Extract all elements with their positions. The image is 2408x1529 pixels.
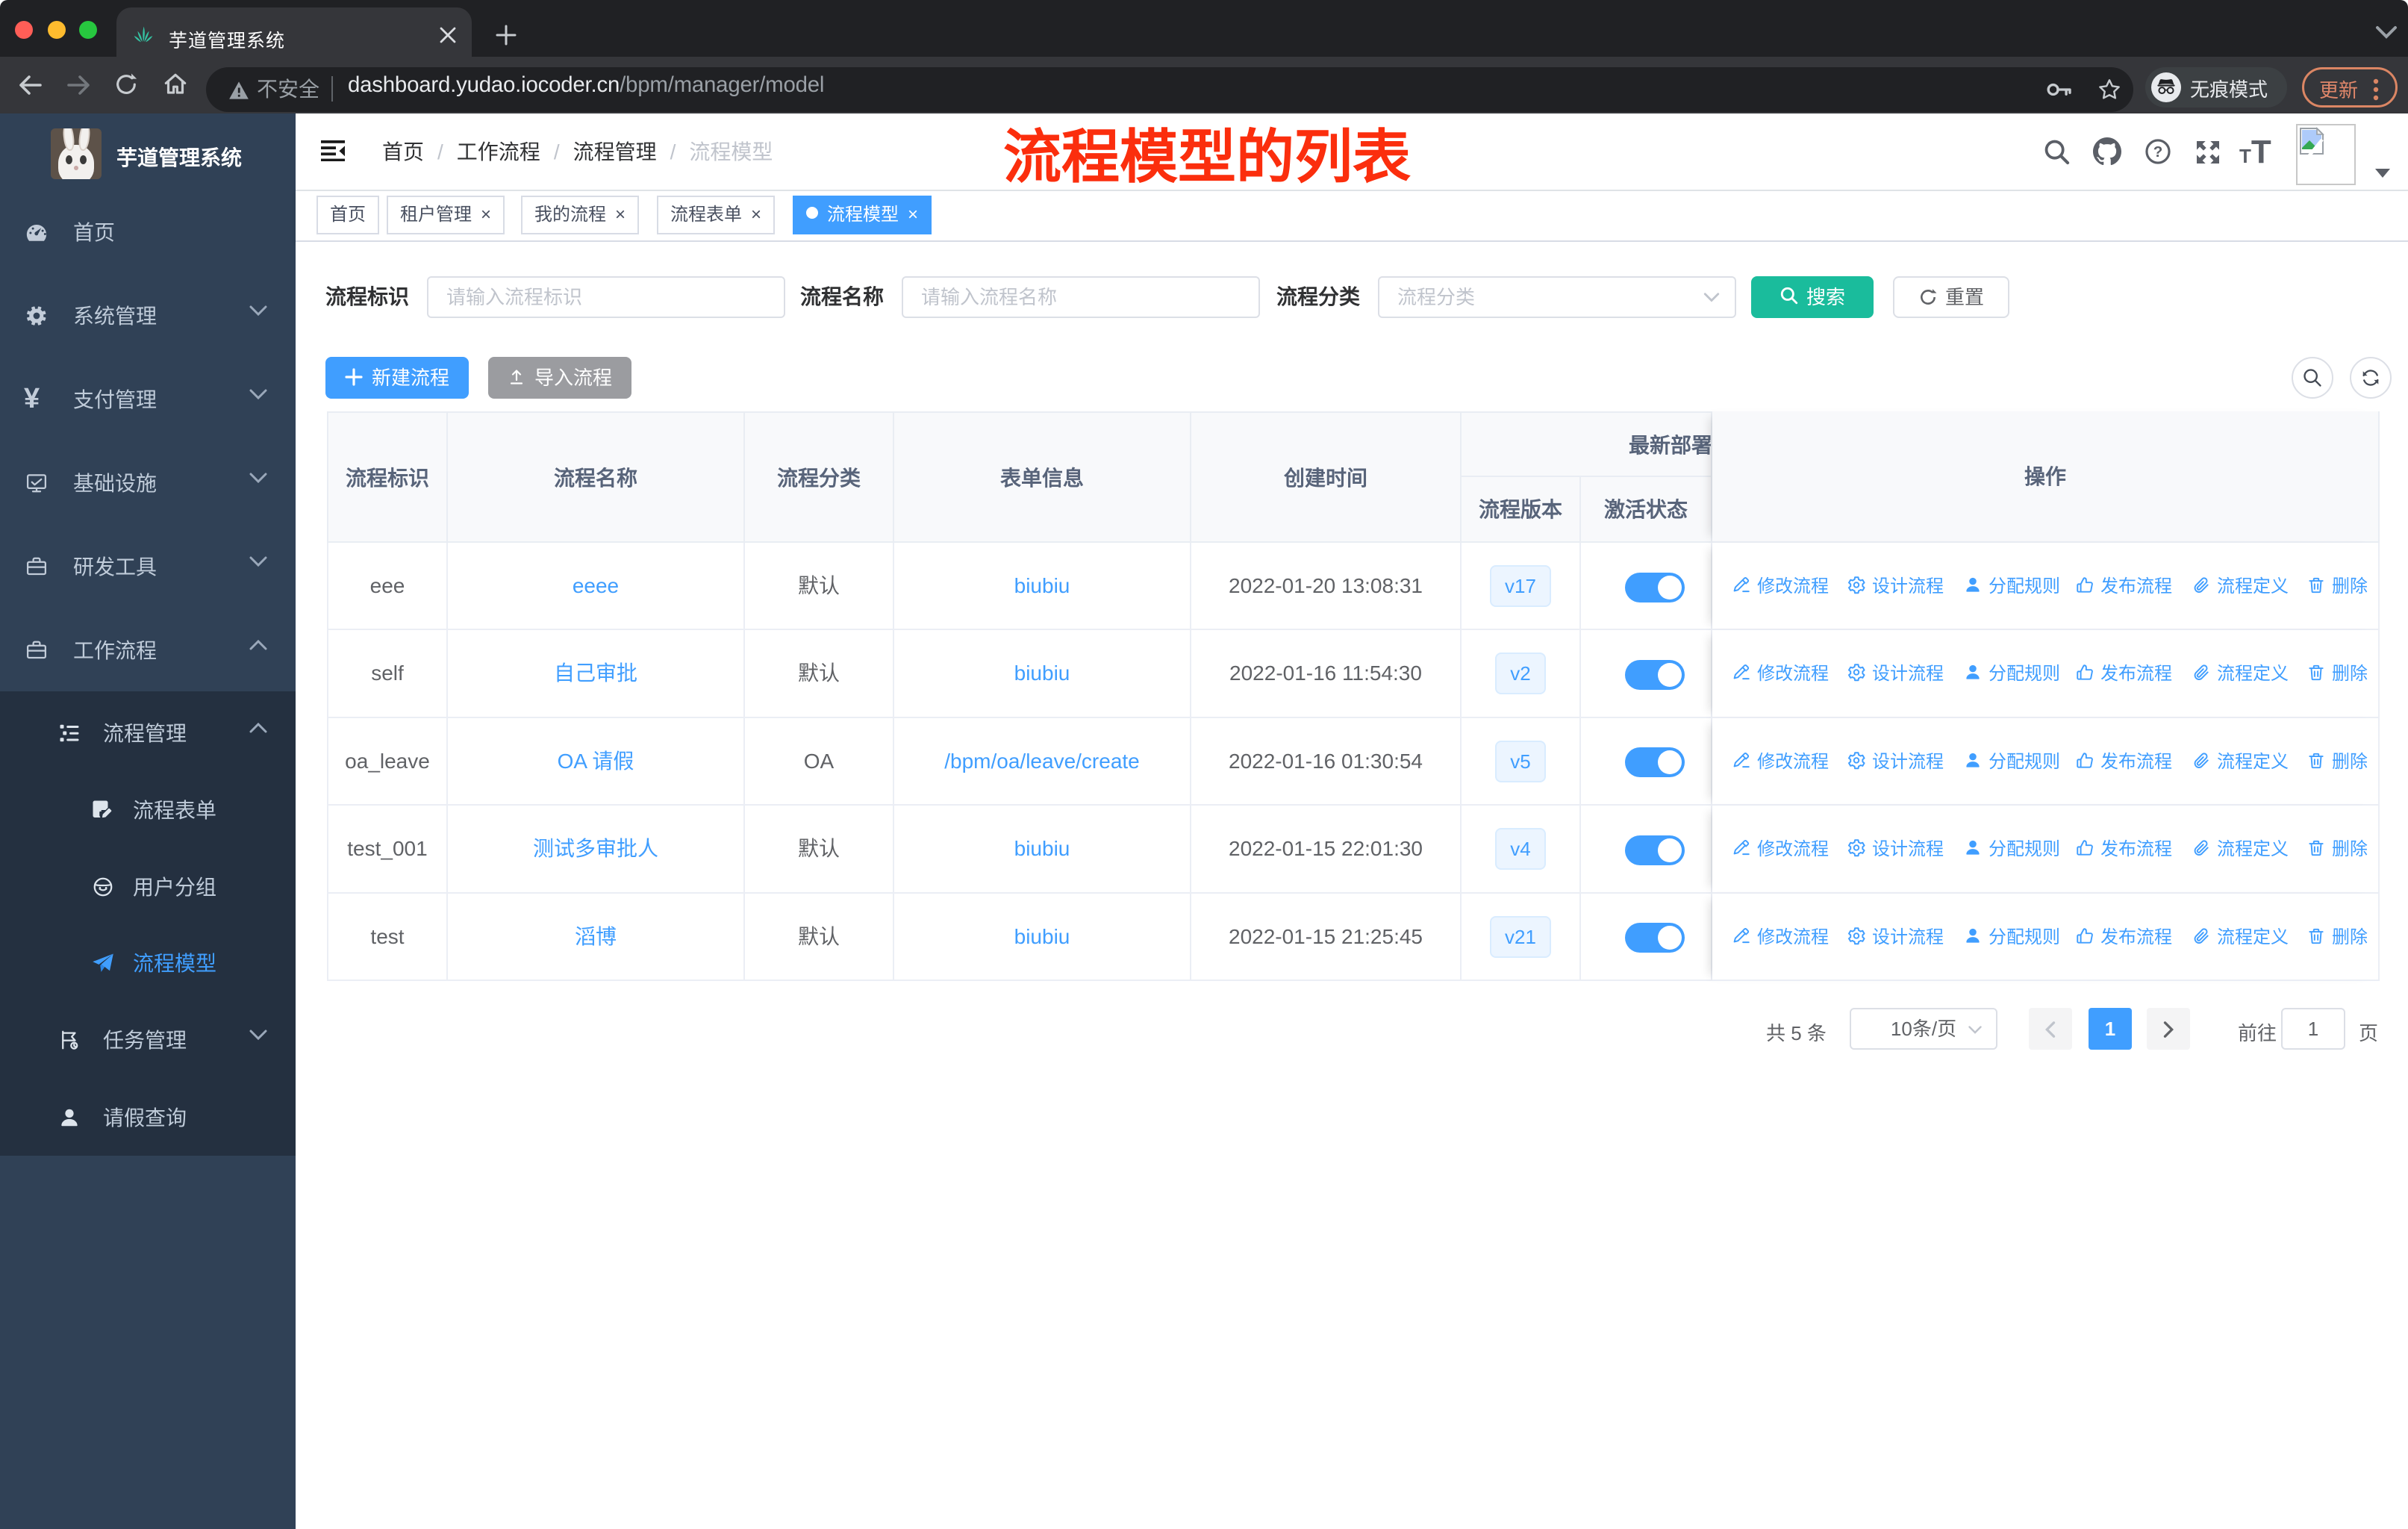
svg-text:?: ? xyxy=(2153,143,2163,161)
